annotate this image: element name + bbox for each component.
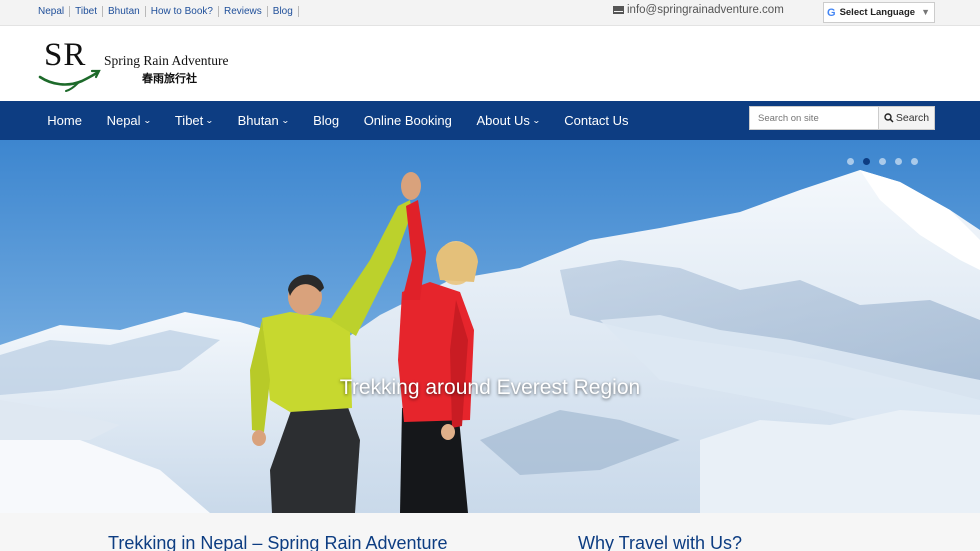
section-heading-trekking: Trekking in Nepal – Spring Rain Adventur… xyxy=(108,533,448,551)
contact-email[interactable]: info@springrainadventure.com xyxy=(613,4,784,16)
toplink-bhutan[interactable]: Bhutan xyxy=(103,6,146,17)
hero-slider[interactable] xyxy=(0,140,980,513)
google-icon: G xyxy=(827,6,836,19)
language-label: Select Language xyxy=(839,7,916,18)
envelope-icon xyxy=(613,6,624,14)
hero-caption: Trekking around Everest Region xyxy=(339,376,641,399)
top-utility-bar: Nepal Tibet Bhutan How to Book? Reviews … xyxy=(0,0,980,26)
chevron-down-icon: ⌄ xyxy=(205,116,214,125)
nav-item-contact-us[interactable]: Contact Us xyxy=(552,113,641,128)
site-header: SR Spring Rain Adventure 春雨旅行社 xyxy=(0,27,980,101)
nav-label: Home xyxy=(47,113,82,128)
hero-image xyxy=(0,140,980,513)
top-links: Nepal Tibet Bhutan How to Book? Reviews … xyxy=(33,6,299,17)
nav-item-bhutan[interactable]: Bhutan ⌄ xyxy=(225,113,301,128)
slider-dot[interactable] xyxy=(879,158,886,165)
nav-label: Nepal xyxy=(106,113,141,128)
nav-label: Online Booking xyxy=(363,113,452,128)
nav-label: Tibet xyxy=(174,113,204,128)
nav-item-nepal[interactable]: Nepal ⌄ xyxy=(94,113,162,128)
site-search-input[interactable] xyxy=(749,106,878,130)
logo-swoosh-icon xyxy=(38,69,101,92)
site-logo[interactable]: SR Spring Rain Adventure 春雨旅行社 xyxy=(38,37,258,97)
search-button[interactable]: Search xyxy=(878,106,935,130)
chevron-down-icon: ⌄ xyxy=(142,116,152,125)
slider-dots xyxy=(847,158,918,165)
logo-name: Spring Rain Adventure xyxy=(104,53,229,68)
nav-list: Home Nepal ⌄ Tibet ⌄ Bhutan ⌄ Blog Online B… xyxy=(35,101,641,140)
search-icon xyxy=(884,113,894,123)
chevron-down-icon: ⌄ xyxy=(531,116,541,125)
nav-label: About Us xyxy=(476,113,530,128)
nav-label: Bhutan xyxy=(237,113,279,128)
toplink-nepal[interactable]: Nepal xyxy=(33,6,71,17)
nav-item-blog[interactable]: Blog xyxy=(301,113,352,128)
logo-chinese-name: 春雨旅行社 xyxy=(142,72,197,85)
toplink-blog[interactable]: Blog xyxy=(268,6,299,17)
search-button-label: Search xyxy=(895,112,930,124)
section-heading-why-travel: Why Travel with Us? xyxy=(578,533,743,551)
nav-item-home[interactable]: Home xyxy=(35,113,94,128)
nav-item-about-us[interactable]: About Us ⌄ xyxy=(464,113,552,128)
toplink-tibet[interactable]: Tibet xyxy=(70,6,104,17)
slider-dot[interactable] xyxy=(847,158,854,165)
slider-dot[interactable] xyxy=(895,158,902,165)
toplink-how-to-book[interactable]: How to Book? xyxy=(146,6,219,17)
nav-label: Contact Us xyxy=(564,113,629,128)
nav-label: Blog xyxy=(313,113,340,128)
chevron-down-icon: ⌄ xyxy=(280,116,290,125)
email-text: info@springrainadventure.com xyxy=(627,4,784,16)
slider-dot[interactable] xyxy=(911,158,918,165)
nav-item-tibet[interactable]: Tibet ⌄ xyxy=(163,113,226,128)
toplink-reviews[interactable]: Reviews xyxy=(219,6,268,17)
language-selector[interactable]: G Select Language ▼ xyxy=(823,2,935,23)
dropdown-arrow-icon: ▼ xyxy=(921,7,930,17)
nav-item-online-booking[interactable]: Online Booking xyxy=(351,113,464,128)
slider-dot-active[interactable] xyxy=(863,158,870,165)
